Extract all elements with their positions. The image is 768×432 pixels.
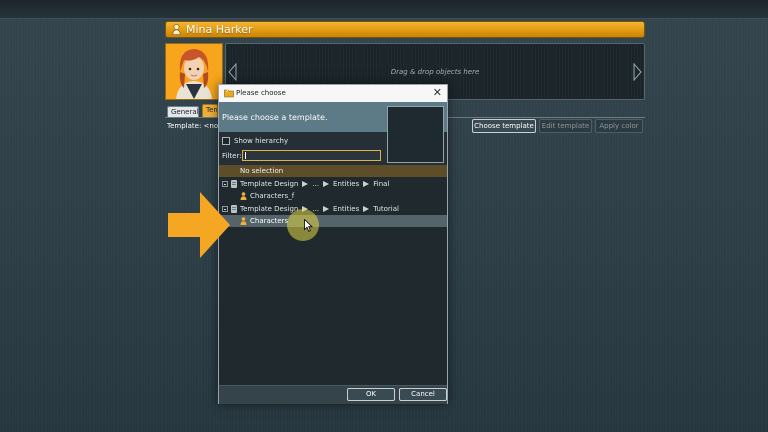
tree-group-final[interactable]: Template Design... Entities Final — [219, 178, 447, 190]
character-title-bar: Mina Harker — [165, 21, 645, 38]
filter-label: Filter: — [222, 152, 242, 160]
close-icon[interactable]: ✕ — [433, 86, 442, 100]
template-label: Template: <no t — [167, 122, 224, 130]
click-highlight — [287, 209, 319, 241]
tutorial-arrow-icon — [168, 192, 230, 260]
portrait-image — [166, 44, 222, 99]
chevron-right-icon — [302, 181, 309, 187]
tree-path: Template Design... Entities Final — [240, 180, 390, 188]
filter-input[interactable] — [244, 151, 378, 160]
tree-item-label: Characters_f — [250, 192, 295, 200]
no-selection-label: No selection — [240, 167, 284, 175]
chevron-right-icon — [323, 206, 330, 212]
filter-field[interactable] — [242, 150, 381, 161]
mouse-cursor-icon — [304, 218, 313, 234]
dialog-title-bar: Please choose ✕ — [219, 85, 447, 102]
tree-item-characters-f[interactable]: Characters_f — [219, 190, 447, 202]
tree-item-characters[interactable]: Characters — [219, 215, 447, 227]
scroll-right-icon[interactable] — [633, 62, 642, 83]
character-name: Mina Harker — [186, 23, 253, 36]
tree-group-tutorial[interactable]: Template Design... Entities Tutorial — [219, 203, 447, 215]
collapse-icon[interactable] — [222, 181, 228, 187]
top-bar — [0, 0, 768, 19]
apply-color-button[interactable]: Apply color — [595, 119, 643, 133]
chevron-right-icon — [363, 181, 370, 187]
chevron-right-icon — [323, 181, 330, 187]
choose-template-dialog: Please choose ✕ Please choose a template… — [218, 84, 448, 404]
cancel-button[interactable]: Cancel — [399, 388, 447, 401]
drop-hint: Drag & drop objects here — [390, 68, 480, 76]
folder-doc-icon — [231, 205, 237, 213]
edit-template-button[interactable]: Edit template — [539, 119, 592, 133]
show-hierarchy-label: Show hierarchy — [234, 137, 289, 145]
dialog-prompt: Please choose a template. — [222, 113, 328, 122]
tab-template[interactable]: Template — [202, 104, 218, 118]
ok-button[interactable]: OK — [347, 388, 395, 401]
tree-item-label: Characters — [250, 217, 289, 225]
no-selection-row[interactable]: No selection — [219, 165, 447, 177]
show-hierarchy-checkbox[interactable] — [222, 137, 230, 145]
character-portrait[interactable] — [165, 43, 223, 100]
tree-path: Template Design... Entities Tutorial — [240, 205, 399, 213]
template-preview — [387, 106, 444, 163]
folder-doc-icon — [231, 180, 237, 188]
person-icon — [172, 24, 181, 37]
folder-icon — [224, 88, 234, 100]
choose-template-button[interactable]: Choose template — [472, 119, 536, 133]
template-tree[interactable]: No selection Template Design... Entities F… — [219, 165, 447, 385]
person-icon — [240, 217, 247, 229]
chevron-right-icon — [363, 206, 370, 212]
dialog-title: Please choose — [236, 89, 286, 97]
